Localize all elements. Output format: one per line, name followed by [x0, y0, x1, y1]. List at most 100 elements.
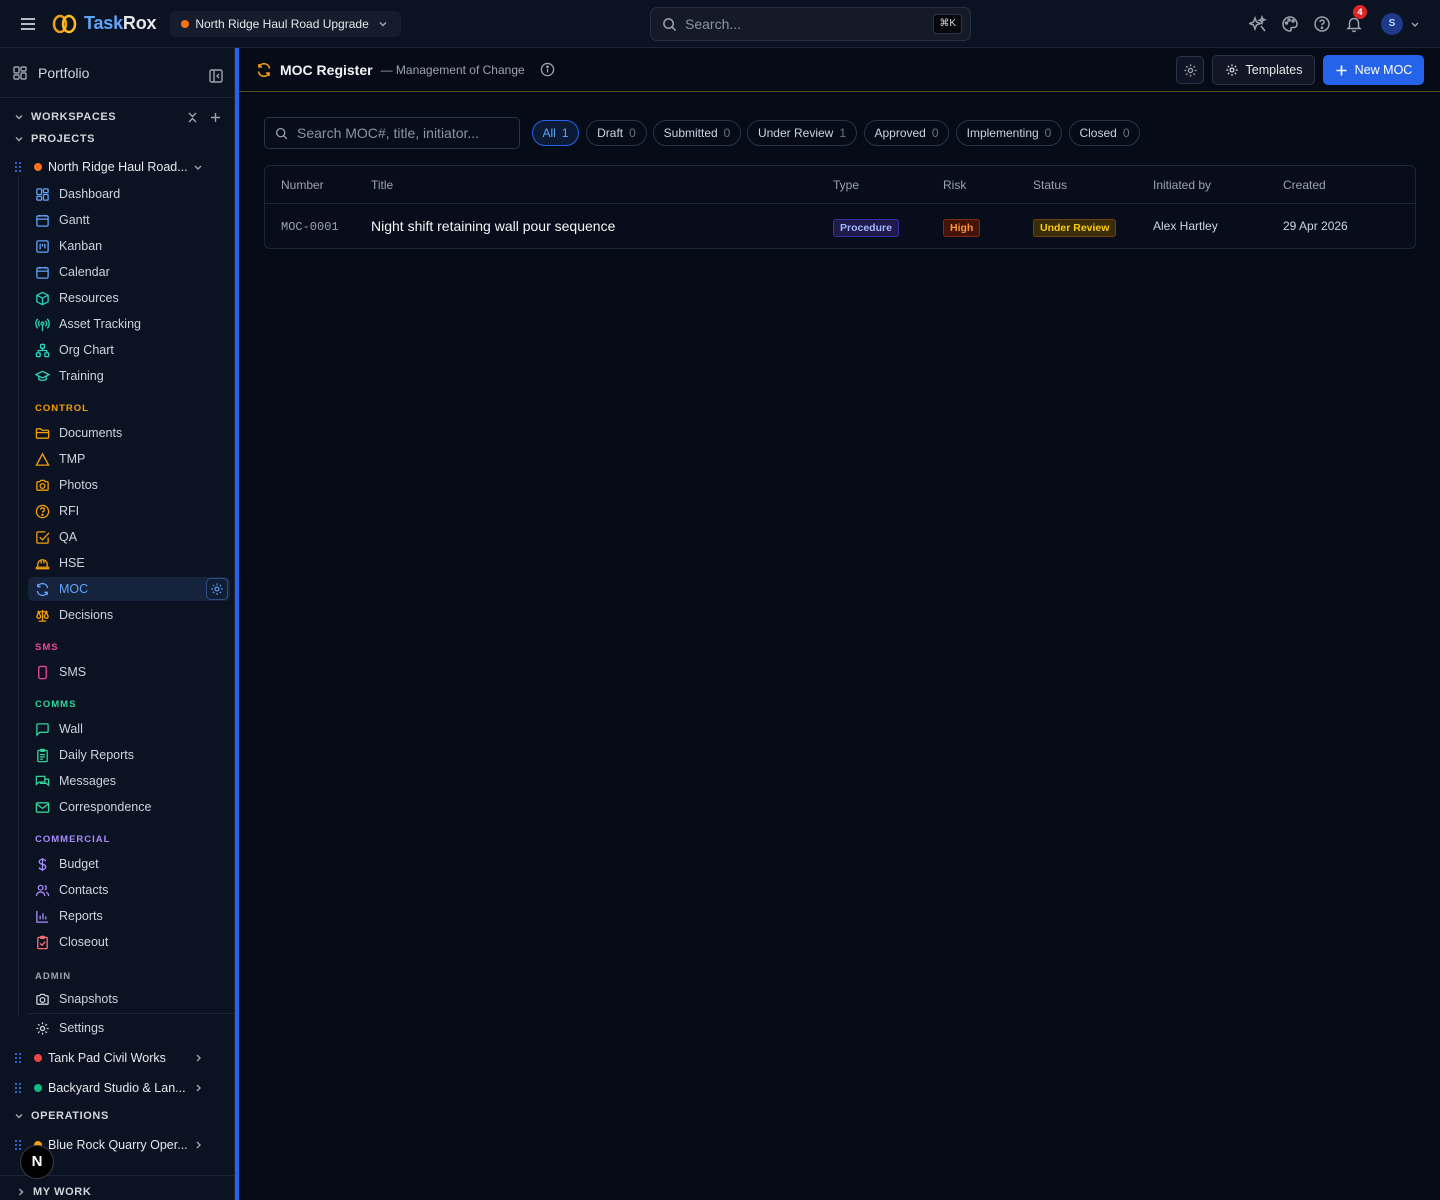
nav-training[interactable]: Training: [28, 364, 230, 388]
filter-submitted[interactable]: Submitted 0: [653, 120, 741, 146]
nav-sms[interactable]: SMS: [28, 660, 230, 684]
drag-handle-icon[interactable]: [14, 161, 22, 173]
hard-hat-icon: [35, 558, 50, 569]
register-settings-button[interactable]: [1176, 56, 1204, 84]
chevron-right-icon: [196, 1084, 201, 1092]
check-square-icon: [36, 530, 50, 544]
col-title[interactable]: Title: [371, 178, 393, 192]
project-selector-label: North Ridge Haul Road Upgrade: [195, 16, 369, 31]
nav-qa[interactable]: QA: [28, 525, 230, 549]
nav-resources-label: Resources: [59, 291, 119, 305]
filter-closed[interactable]: Closed 0: [1069, 120, 1140, 146]
global-search[interactable]: Search... ⌘K: [650, 7, 971, 41]
project-item-backyard-studio[interactable]: Backyard Studio & Lan...: [0, 1076, 234, 1100]
col-initiated-by[interactable]: Initiated by: [1153, 178, 1211, 192]
page-subtitle: — Management of Change: [380, 62, 525, 77]
drag-handle-icon[interactable]: [14, 1082, 22, 1094]
my-work-header[interactable]: MY WORK: [0, 1186, 91, 1198]
nav-moc[interactable]: MOC: [28, 577, 230, 601]
drag-handle-icon[interactable]: [14, 1139, 22, 1151]
nav-settings[interactable]: Settings: [28, 1016, 230, 1040]
nav-wall[interactable]: Wall: [28, 717, 230, 741]
new-moc-button[interactable]: New MOC: [1323, 55, 1424, 85]
moc-table: Number Title Type Risk Status Initiated …: [264, 165, 1416, 249]
menu-icon[interactable]: [18, 14, 38, 34]
workspaces-label: WORKSPACES: [31, 111, 117, 123]
palette-icon[interactable]: [1281, 15, 1299, 33]
nav-correspondence[interactable]: Correspondence: [28, 795, 230, 819]
nav-contacts[interactable]: Contacts: [28, 878, 230, 902]
project-item-current[interactable]: North Ridge Haul Road...: [0, 155, 234, 179]
nav-daily-reports[interactable]: Daily Reports: [28, 743, 230, 767]
nav-messages-label: Messages: [59, 774, 116, 788]
filter-under-review[interactable]: Under Review 1: [747, 120, 857, 146]
help-icon[interactable]: [1313, 15, 1331, 33]
chevron-down-icon[interactable]: [1410, 19, 1420, 29]
nav-reports[interactable]: Reports: [28, 904, 230, 928]
info-icon[interactable]: [540, 62, 555, 77]
col-status[interactable]: Status: [1033, 178, 1067, 192]
nav-photos[interactable]: Photos: [28, 473, 230, 497]
project-color-dot: [34, 1054, 42, 1062]
col-type[interactable]: Type: [833, 178, 859, 192]
page-title: MOC Register: [280, 61, 373, 78]
col-number[interactable]: Number: [281, 178, 324, 192]
nav-resources[interactable]: Resources: [28, 286, 230, 310]
search-shortcut: ⌘K: [933, 14, 962, 34]
project-item-label: Blue Rock Quarry Oper...: [48, 1138, 188, 1152]
nav-hse[interactable]: HSE: [28, 551, 230, 575]
nav-calendar[interactable]: Calendar: [28, 260, 230, 284]
portfolio-link[interactable]: Portfolio: [0, 48, 234, 98]
operations-header[interactable]: OPERATIONS: [0, 1110, 109, 1122]
add-icon[interactable]: [209, 111, 222, 124]
nav-contacts-label: Contacts: [59, 883, 109, 897]
collapse-all-icon[interactable]: [186, 111, 199, 124]
collapse-sidebar-icon[interactable]: [208, 68, 224, 84]
drag-handle-icon[interactable]: [14, 1052, 22, 1064]
col-risk[interactable]: Risk: [943, 178, 966, 192]
templates-button[interactable]: Templates: [1212, 55, 1315, 85]
moc-search-input[interactable]: [297, 125, 507, 141]
kanban-icon: [36, 239, 49, 253]
nav-org-chart[interactable]: Org Chart: [28, 338, 230, 362]
notifications-button[interactable]: 4: [1345, 5, 1367, 33]
nav-rfi[interactable]: RFI: [28, 499, 230, 523]
clipboard-check-icon: [37, 935, 48, 949]
filter-implementing[interactable]: Implementing 0: [956, 120, 1062, 146]
nav-messages[interactable]: Messages: [28, 769, 230, 793]
triangle-icon: [35, 451, 50, 466]
nav-wall-label: Wall: [59, 722, 83, 736]
project-selector[interactable]: North Ridge Haul Road Upgrade: [170, 10, 401, 37]
nav-dashboard[interactable]: Dashboard: [28, 182, 230, 206]
floating-n-button[interactable]: N: [20, 1145, 54, 1179]
col-created[interactable]: Created: [1283, 178, 1326, 192]
nav-dashboard-label: Dashboard: [59, 187, 121, 201]
nav-budget[interactable]: Budget: [28, 852, 230, 876]
nav-reports-label: Reports: [59, 909, 103, 923]
workspaces-header[interactable]: WORKSPACES: [0, 111, 116, 123]
nav-photos-label: Photos: [59, 478, 98, 492]
calendar-icon: [36, 266, 49, 279]
nav-decisions[interactable]: Decisions: [28, 603, 230, 627]
nav-kanban[interactable]: Kanban: [28, 234, 230, 258]
nav-asset-tracking[interactable]: Asset Tracking: [28, 312, 230, 336]
group-label-commercial: COMMERCIAL: [35, 834, 111, 845]
moc-settings-button[interactable]: [206, 578, 228, 600]
nav-tmp[interactable]: TMP: [28, 447, 230, 471]
search-icon: [663, 17, 677, 31]
filter-approved[interactable]: Approved 0: [864, 120, 949, 146]
nav-closeout[interactable]: Closeout: [28, 930, 230, 954]
app-logo[interactable]: TaskRox: [52, 13, 157, 35]
user-avatar[interactable]: S: [1381, 13, 1403, 35]
project-item-tank-pad[interactable]: Tank Pad Civil Works: [0, 1046, 234, 1070]
projects-header[interactable]: PROJECTS: [0, 133, 95, 145]
nav-snapshots[interactable]: Snapshots: [28, 987, 230, 1011]
sidebar-resize-handle[interactable]: [235, 48, 239, 1200]
table-row[interactable]: MOC-0001 Night shift retaining wall pour…: [265, 204, 1415, 249]
ai-sparkle-icon[interactable]: [1249, 15, 1267, 33]
nav-documents[interactable]: Documents: [28, 421, 230, 445]
filter-draft[interactable]: Draft 0: [586, 120, 647, 146]
nav-gantt[interactable]: Gantt: [28, 208, 230, 232]
filter-all[interactable]: All 1: [532, 120, 579, 146]
filter-count: 0: [1044, 126, 1052, 140]
